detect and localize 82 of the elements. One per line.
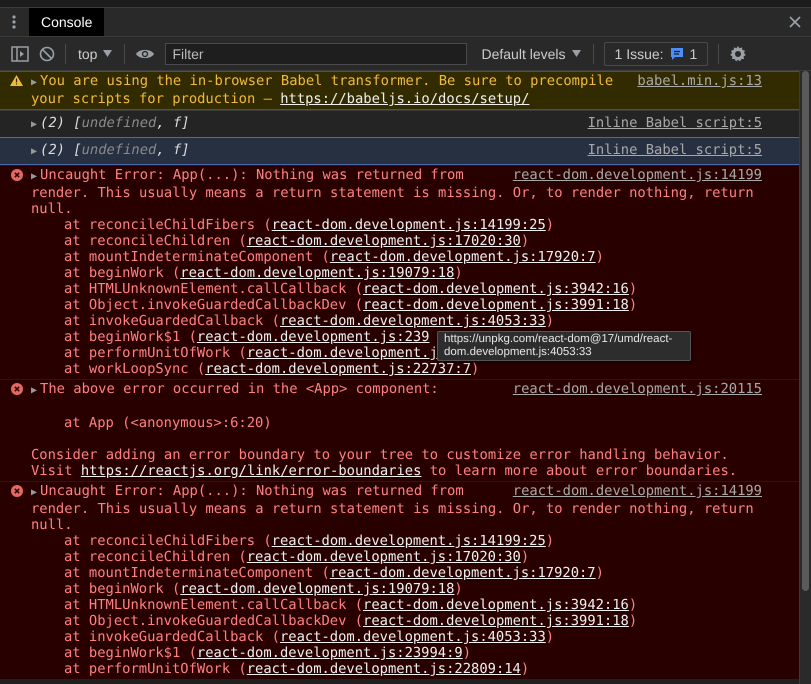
link[interactable]: react-dom.development.js:23994:9 bbox=[196, 645, 463, 661]
link[interactable]: react-dom.development.js:14199:25 bbox=[272, 217, 546, 233]
link[interactable]: react-dom.development.js:22737:7 bbox=[205, 361, 472, 377]
message-icon bbox=[670, 46, 684, 60]
stack-frame: at mountIndeterminateComponent (react-dom.development.js:17920:7) bbox=[64, 249, 604, 265]
scrollbar[interactable] bbox=[799, 71, 811, 684]
message-text: render. This usually means a return statement is missing. Or, to render nothing, return null. bbox=[31, 501, 755, 533]
expand-toggle[interactable]: ▶ bbox=[31, 383, 38, 399]
message-text: Uncaught Error: App(...): Nothing was returned from bbox=[40, 483, 464, 499]
error-icon bbox=[10, 383, 22, 395]
source-link[interactable]: react-dom.development.js:14199 bbox=[492, 167, 762, 183]
settings-icon[interactable] bbox=[729, 44, 748, 62]
stack-frame: at beginWork$1 (react-dom.development.js:23994:9) bbox=[64, 645, 472, 661]
link[interactable]: react-dom.development.js:17920:7 bbox=[330, 565, 596, 581]
clear-console-icon[interactable] bbox=[39, 46, 55, 62]
stack-frame: at reconcileChildren (react-dom.development.js:17020:30) bbox=[64, 549, 530, 565]
source-link[interactable]: react-dom.development.js:14199 bbox=[492, 483, 762, 499]
stack-frame: at App (<anonymous>:6:20) bbox=[64, 415, 272, 431]
link[interactable]: https://babeljs.io/docs/setup/ bbox=[280, 91, 530, 107]
link[interactable]: https://reactjs.org/link/error-boundaries bbox=[80, 463, 422, 479]
close-icon[interactable] bbox=[789, 16, 801, 28]
stack-frame: at workLoopSync (react-dom.development.js:22737:7) bbox=[64, 361, 480, 377]
message-text: The above error occurred in the <App> component: bbox=[40, 381, 439, 397]
error-icon bbox=[10, 485, 22, 497]
stack-frame: at reconcileChildFibers (react-dom.development.js:14199:25) bbox=[64, 217, 554, 233]
levels-dropdown[interactable]: Default levels bbox=[479, 46, 583, 62]
source-link[interactable]: react-dom.development.js:20115 bbox=[492, 381, 762, 397]
expand-toggle[interactable]: ▶ bbox=[31, 169, 38, 185]
sidebar-toggle-icon[interactable] bbox=[11, 46, 29, 62]
link[interactable]: react-dom.development.js:17920:7 bbox=[330, 249, 596, 265]
stack-frame: at HTMLUnknownElement.callCallback (react-dom.development.js:3942:16) bbox=[64, 597, 638, 613]
error-icon bbox=[10, 169, 22, 181]
stack-frame: at performUnitOfWork (react-dom.development.j bbox=[64, 345, 438, 361]
link[interactable]: react-dom.development.js:4053:33 bbox=[280, 313, 546, 329]
message-text: render. This usually means a return statement is missing. Or, to render nothing, return null. bbox=[31, 185, 755, 217]
message-text: your scripts for production – https://babeljs.io/docs/setup/ bbox=[31, 91, 530, 107]
link[interactable]: react-dom.development.js:17020:30 bbox=[246, 549, 521, 565]
expand-toggle[interactable]: ▶ bbox=[31, 75, 38, 91]
link[interactable]: react-dom.development.js:3991:18 bbox=[363, 613, 629, 629]
message-text: (2) [undefined, f] bbox=[40, 115, 190, 131]
link[interactable]: react-dom.development.js:19079:18 bbox=[180, 265, 454, 281]
stack-frame: at Object.invokeGuardedCallbackDev (react-dom.development.js:3991:18) bbox=[64, 613, 638, 629]
stack-frame: at performUnitOfWork (react-dom.development.js:22809:14) bbox=[64, 661, 530, 677]
link[interactable]: react-dom.development.js:17020:30 bbox=[246, 233, 521, 249]
context-dropdown[interactable]: top bbox=[76, 46, 114, 62]
link[interactable]: react-dom.development.js:14199:25 bbox=[272, 533, 546, 549]
caret-icon bbox=[103, 50, 112, 57]
stack-frame: at beginWork (react-dom.development.js:19079:18) bbox=[64, 581, 463, 597]
stack-frame: at reconcileChildren (react-dom.development.js:17020:30) bbox=[64, 233, 530, 249]
issues-button[interactable]: 1 Issue: 1 bbox=[604, 42, 708, 66]
expand-toggle[interactable]: ▶ bbox=[31, 117, 38, 133]
more-options-icon[interactable] bbox=[12, 15, 16, 29]
stack-frame: at Object.invokeGuardedCallbackDev (react-dom.development.js:3991:18) bbox=[64, 297, 638, 313]
expand-toggle[interactable]: ▶ bbox=[31, 485, 38, 501]
link[interactable]: react-dom.development.js:3991:18 bbox=[363, 297, 629, 313]
tooltip: https://unpkg.com/react-dom@17/umd/react-dom.development.js:4053:33 bbox=[437, 331, 691, 361]
link[interactable]: react-dom.development.js:3942:16 bbox=[363, 281, 629, 297]
filter-field[interactable]: Filter bbox=[165, 42, 468, 64]
console-tab[interactable]: Console bbox=[29, 8, 104, 36]
message-text: Consider adding an error boundary to your tree to customize error handling behavior. Visit https://reactjs.org/link/error-boundaries to learn more about error boundaries. bbox=[31, 447, 738, 479]
link[interactable]: react-dom.development.js:22809:14 bbox=[246, 661, 521, 677]
stack-frame: at reconcileChildFibers (react-dom.development.js:14199:25) bbox=[64, 533, 554, 549]
link[interactable]: react-dom.development.js:4053:33 bbox=[280, 629, 546, 645]
expand-toggle[interactable]: ▶ bbox=[31, 144, 38, 160]
stack-frame: at invokeGuardedCallback (react-dom.development.js:4053:33) bbox=[64, 629, 554, 645]
link[interactable]: react-dom.development.js:239 bbox=[196, 329, 430, 345]
source-link[interactable]: Inline Babel script:5 bbox=[568, 115, 762, 131]
caret-icon bbox=[572, 50, 581, 57]
stack-frame: at invokeGuardedCallback (react-dom.development.js:4053:33) bbox=[64, 313, 554, 329]
message-text: (2) [undefined, f] bbox=[40, 142, 190, 158]
message-text: Uncaught Error: App(...): Nothing was returned from bbox=[40, 167, 464, 183]
link[interactable]: react-dom.development.js:3942:16 bbox=[363, 597, 629, 613]
stack-frame: at beginWork (react-dom.development.js:19079:18) bbox=[64, 265, 463, 281]
stack-frame: at beginWork$1 (react-dom.development.js:239 bbox=[64, 329, 430, 345]
stack-frame: at mountIndeterminateComponent (react-dom.development.js:17920:7) bbox=[64, 565, 604, 581]
message-text: You are using the in-browser Babel transformer. Be sure to precompile bbox=[40, 73, 614, 89]
link[interactable]: react-dom.development.j bbox=[246, 345, 438, 361]
link[interactable]: react-dom.development.js:19079:18 bbox=[180, 581, 454, 597]
warning-icon bbox=[10, 75, 23, 86]
source-link[interactable]: Inline Babel script:5 bbox=[568, 142, 762, 158]
source-link[interactable]: babel.min.js:13 bbox=[617, 73, 762, 89]
stack-frame: at HTMLUnknownElement.callCallback (react-dom.development.js:3942:16) bbox=[64, 281, 638, 297]
